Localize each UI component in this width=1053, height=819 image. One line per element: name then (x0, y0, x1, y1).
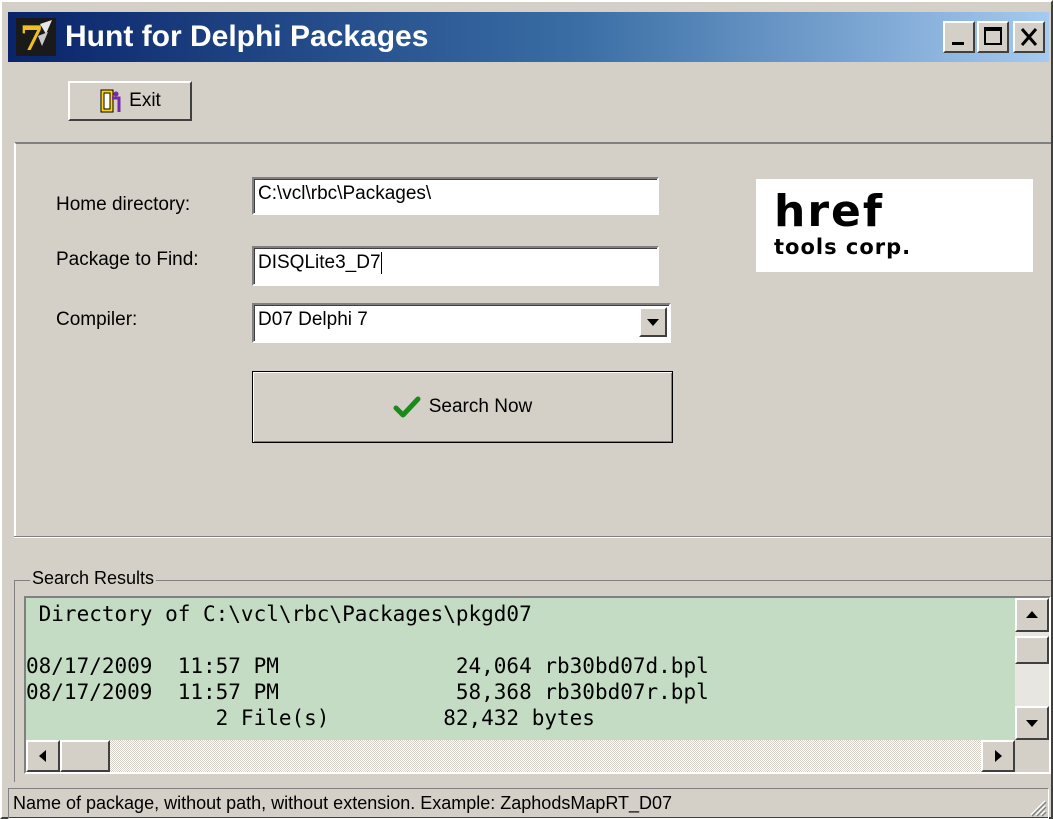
search-now-label: Search Now (428, 396, 533, 417)
logo-main-text: href (774, 186, 885, 237)
compiler-dropdown-button[interactable] (639, 307, 667, 337)
compiler-select[interactable]: D07 Delphi 7 (252, 303, 671, 343)
text-caret (380, 252, 382, 274)
minimize-button[interactable] (943, 21, 975, 53)
results-line: 08/17/2009 11:57 PM 24,064 rb30bd07d.bpl (26, 654, 709, 678)
toolbar: Exit (8, 64, 1049, 140)
vertical-scrollbar[interactable] (1015, 598, 1049, 740)
search-results-text[interactable]: Directory of C:\vcl\rbc\Packages\pkgd07 … (26, 598, 1015, 740)
main-window: 7 Hunt for Delphi Packages Exit Home dir… (0, 0, 1053, 819)
results-line: 2 File(s) 82,432 bytes (26, 706, 595, 730)
package-to-find-label: Package to Find: (56, 249, 199, 270)
arrow-right-icon (995, 750, 1002, 762)
scrollbar-corner (1015, 740, 1049, 772)
home-directory-value: C:\vcl\rbc\Packages\ (258, 183, 432, 204)
home-directory-label: Home directory: (56, 194, 191, 215)
maximize-button[interactable] (977, 21, 1009, 53)
search-now-button[interactable]: Search Now (252, 371, 673, 443)
scroll-up-button[interactable] (1015, 598, 1049, 632)
exit-door-icon (100, 89, 121, 113)
delphi-7-icon: 7 (16, 18, 56, 58)
status-text: Name of package, without path, without e… (13, 793, 673, 813)
scroll-right-button[interactable] (981, 740, 1015, 772)
minimize-icon (952, 42, 964, 45)
scroll-down-button[interactable] (1015, 706, 1049, 740)
checkmark-icon (393, 396, 421, 418)
vertical-scroll-thumb[interactable] (1015, 636, 1049, 664)
horizontal-scrollbar[interactable] (26, 740, 1015, 772)
compiler-value: D07 Delphi 7 (258, 309, 368, 330)
logo-sub-text: tools corp. (774, 235, 912, 259)
status-panel: Name of package, without path, without e… (8, 788, 1049, 819)
search-results-memo[interactable]: Directory of C:\vcl\rbc\Packages\pkgd07 … (24, 596, 1051, 774)
package-to-find-input[interactable]: DISQLite3_D7 (252, 246, 659, 286)
href-tools-logo: href tools corp. (756, 179, 1033, 272)
results-line: 08/17/2009 11:57 PM 58,368 rb30bd07r.bpl (26, 680, 709, 704)
resize-grip-icon[interactable] (1027, 797, 1047, 817)
arrow-down-icon (1026, 720, 1038, 727)
exit-button[interactable]: Exit (68, 81, 192, 121)
panel-divider (14, 536, 1051, 538)
title-bar[interactable]: 7 Hunt for Delphi Packages (8, 12, 1049, 62)
close-button[interactable] (1013, 21, 1045, 53)
exit-button-label: Exit (129, 90, 161, 111)
status-bar: Name of package, without path, without e… (8, 788, 1049, 819)
window-title: Hunt for Delphi Packages (65, 20, 429, 53)
search-results-caption: Search Results (30, 568, 157, 589)
results-line: Directory of C:\vcl\rbc\Packages\pkgd07 (26, 602, 532, 626)
home-directory-input[interactable]: C:\vcl\rbc\Packages\ (252, 177, 659, 215)
close-icon (1020, 28, 1038, 46)
arrow-up-icon (1026, 611, 1038, 618)
package-to-find-value: DISQLite3_D7 (258, 252, 381, 274)
horizontal-scroll-thumb[interactable] (60, 740, 110, 772)
scroll-left-button[interactable] (26, 740, 60, 772)
arrow-left-icon (39, 750, 46, 762)
chevron-down-icon (647, 319, 659, 326)
results-line (26, 627, 1015, 653)
compiler-label: Compiler: (56, 309, 138, 330)
maximize-icon (984, 27, 1002, 45)
